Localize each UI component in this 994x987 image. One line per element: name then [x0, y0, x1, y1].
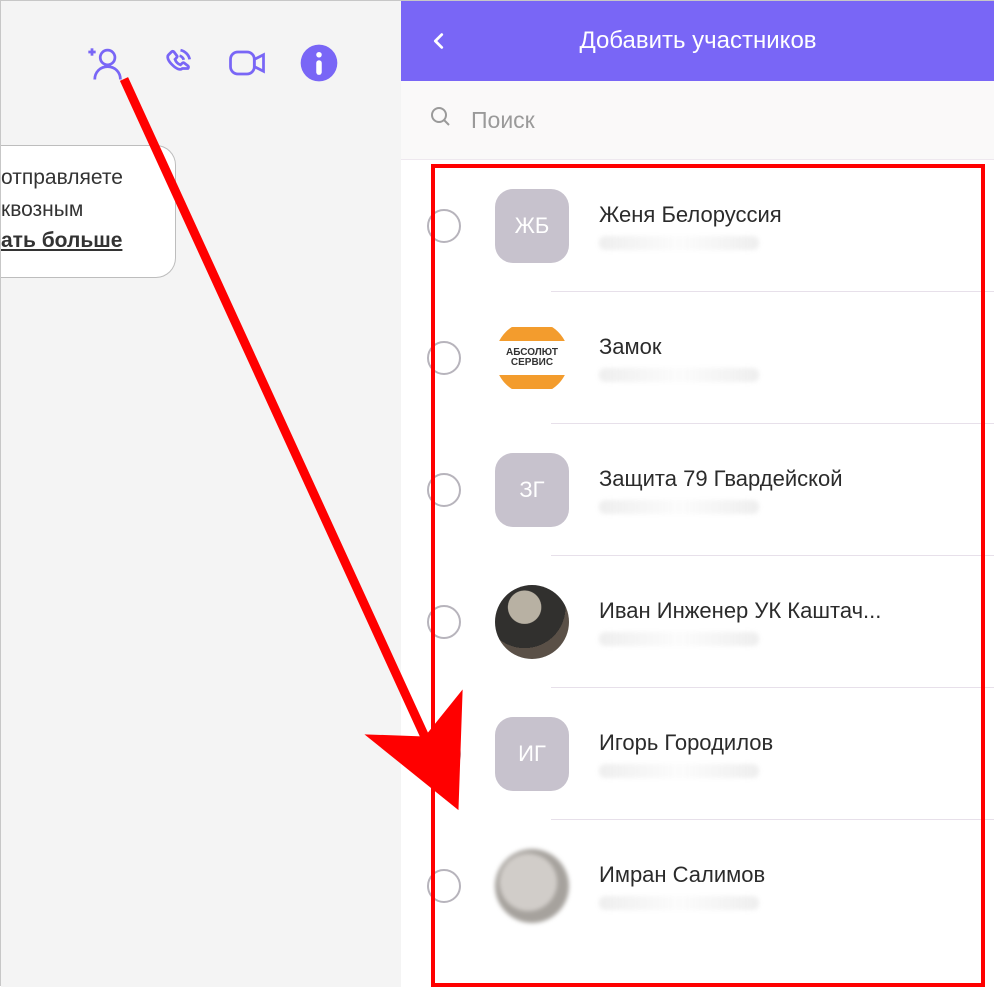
contact-row[interactable]: Иван Инженер УК Каштач... — [401, 556, 994, 688]
search-input[interactable] — [471, 107, 967, 134]
contact-subtext — [599, 632, 759, 646]
select-checkbox[interactable] — [427, 605, 461, 639]
avatar: ЖБ — [495, 189, 569, 263]
learn-more-link[interactable]: ать больше — [1, 225, 155, 257]
back-button[interactable] — [425, 27, 453, 55]
contact-info: Защита 79 Гвардейской — [599, 466, 969, 514]
add-participants-panel: Добавить участников ЖБ Женя Белоруссия А… — [401, 1, 994, 987]
contact-name: Замок — [599, 334, 959, 360]
contact-row[interactable]: АБСОЛЮТСЕРВИС Замок — [401, 292, 994, 424]
chat-toolbar — [1, 1, 401, 125]
contact-row[interactable]: ЖБ Женя Белоруссия — [401, 160, 994, 292]
avatar — [495, 585, 569, 659]
select-checkbox[interactable] — [427, 209, 461, 243]
contact-list: ЖБ Женя Белоруссия АБСОЛЮТСЕРВИС Замок З… — [401, 160, 994, 987]
contact-name: Защита 79 Гвардейской — [599, 466, 959, 492]
search-bar — [401, 81, 994, 160]
select-checkbox[interactable] — [427, 473, 461, 507]
avatar: ЗГ — [495, 453, 569, 527]
audio-call-icon[interactable] — [153, 41, 197, 85]
contact-info: Женя Белоруссия — [599, 202, 969, 250]
contact-info: Игорь Городилов — [599, 730, 969, 778]
select-checkbox[interactable] — [427, 869, 461, 903]
contact-info: Иван Инженер УК Каштач... — [599, 598, 969, 646]
encryption-info-box: отправляете квозным ать больше — [1, 145, 176, 278]
contact-name: Женя Белоруссия — [599, 202, 959, 228]
contact-row[interactable]: ИГ Игорь Городилов — [401, 688, 994, 820]
video-call-icon[interactable] — [225, 41, 269, 85]
panel-title: Добавить участников — [579, 27, 816, 55]
contact-name: Имран Салимов — [599, 862, 959, 888]
contact-row[interactable]: ЗГ Защита 79 Гвардейской — [401, 424, 994, 556]
chat-pane: отправляете квозным ать больше — [1, 1, 401, 987]
contact-row[interactable]: Имран Салимов — [401, 820, 994, 952]
contact-subtext — [599, 896, 759, 910]
contact-info: Замок — [599, 334, 969, 382]
contact-subtext — [599, 764, 759, 778]
contact-info: Имран Салимов — [599, 862, 969, 910]
add-contact-icon[interactable] — [81, 41, 125, 85]
contact-name: Иван Инженер УК Каштач... — [599, 598, 959, 624]
info-text-2: квозным — [1, 194, 155, 226]
avatar: ИГ — [495, 717, 569, 791]
contact-subtext — [599, 236, 759, 250]
select-checkbox[interactable] — [427, 737, 461, 771]
contact-name: Игорь Городилов — [599, 730, 959, 756]
avatar: АБСОЛЮТСЕРВИС — [495, 321, 569, 395]
info-icon[interactable] — [297, 41, 341, 85]
search-icon — [429, 105, 453, 135]
select-checkbox[interactable] — [427, 341, 461, 375]
avatar — [495, 849, 569, 923]
contact-subtext — [599, 368, 759, 382]
panel-header: Добавить участников — [401, 1, 994, 81]
contact-subtext — [599, 500, 759, 514]
info-text-1: отправляете — [1, 162, 155, 194]
